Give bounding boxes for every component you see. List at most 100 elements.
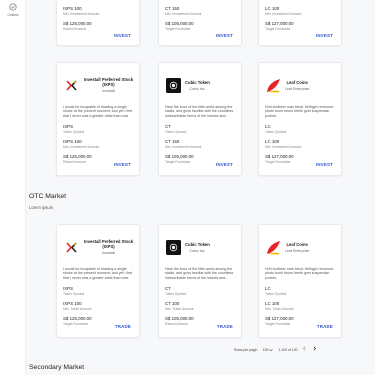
min-amount-value: CT 150 [165, 139, 180, 144]
token-symbol-value: LC [265, 124, 271, 129]
chevron-right-icon [314, 346, 317, 351]
otc-market-title: OTC Market [29, 193, 67, 200]
fundraise-value: S$ 105,000.00 [165, 21, 194, 26]
chevron-down-icon [269, 348, 274, 351]
fundraise-value: S$ 127,000.00 [265, 21, 294, 26]
fundraise-value: S$ 127,000.00 [265, 154, 294, 159]
token-symbol-label: Token Symbol [165, 292, 187, 296]
cubic-logo-icon [166, 239, 181, 255]
token-symbol-label: Token Symbol [265, 292, 287, 296]
fundraise-value: S$ 125,000.00 [63, 154, 92, 159]
token-symbol-value: CT [165, 124, 171, 129]
secondary-market-title: Secondary Market [29, 364, 85, 371]
invest-button[interactable]: INVEST [216, 33, 233, 38]
sidebar: Outlook [0, 0, 26, 375]
min-amount-label: Min. Investment Amount [265, 12, 302, 16]
investall-logo-icon [64, 240, 79, 255]
min-amount-label: Min. Investment Amount [165, 12, 202, 16]
min-amount-label: Min. Investment Amount [63, 145, 100, 149]
min-amount-value: CT 150 [165, 6, 180, 11]
min-amount-value: IXPS 100 [63, 139, 82, 144]
min-amount-value: LC 100 [265, 301, 280, 306]
otc-card: Cubic Token Cubic Inc. Hear the buzz of … [158, 224, 242, 338]
min-amount-label: Min. Trade Amount [265, 307, 294, 311]
offering-card: IXPS 100 Min. Investment Amount S$ 125,0… [56, 0, 140, 46]
token-symbol-label: Token Symbol [63, 292, 85, 296]
company-description: I would be incapable of drawing a single… [63, 267, 133, 280]
token-symbol-value: IXPS [63, 124, 74, 129]
company-header: Leaf Coins Leaf Enterprise [264, 68, 336, 102]
leaf-logo-icon [266, 78, 281, 93]
invest-button[interactable]: INVEST [316, 162, 333, 167]
token-symbol-label: Token Symbol [265, 130, 287, 134]
pagination: Rows per page: 100 1-100 of 100 [234, 346, 317, 353]
company-type: Cubic Inc. [189, 248, 206, 253]
company-header: Investall Preferred Stock (IXPS) Investa… [62, 230, 134, 264]
company-header: Cubic Token Cubic Inc. [164, 230, 236, 264]
prev-page-button[interactable] [302, 346, 307, 353]
invest-button[interactable]: INVEST [114, 162, 131, 167]
invest-button[interactable]: INVEST [216, 162, 233, 167]
offering-card: Cubic Token Cubic Inc. Hear the buzz of … [158, 62, 242, 176]
min-amount-value: LC 100 [265, 139, 280, 144]
company-description: Hear the buzz of the little world among … [165, 267, 234, 280]
offering-card: CT 150 Min. Investment Amount S$ 105,000… [158, 0, 242, 46]
token-symbol-label: Token Symbol [63, 130, 85, 134]
company-type: Investall [101, 251, 116, 255]
fundraise-value: S$ 125,000.00 [63, 21, 92, 26]
fundraise-value: S$ 105,000.00 [165, 316, 194, 321]
company-header: Leaf Coins Leaf Enterprise [264, 230, 336, 264]
company-name: Leaf Coins [286, 241, 308, 247]
fundraise-label: Raised Amount [63, 27, 86, 31]
fundraise-value: S$ 125,000.00 [63, 316, 92, 321]
fundraise-label: Target Fundraise [265, 27, 291, 31]
next-page-button[interactable] [312, 346, 317, 353]
min-amount-value: IXPS 100 [63, 6, 82, 11]
company-description: I would be incapable of drawing a single… [63, 105, 133, 118]
company-name: Cubic Token [185, 241, 210, 247]
leaf-logo-icon [266, 240, 281, 255]
fundraise-label: Target Fundraise [165, 27, 191, 31]
company-type: Leaf Enterprise [285, 248, 310, 253]
otc-card: Leaf Coins Leaf Enterprise Hrhl bodbeer … [258, 224, 342, 338]
outlook-icon [9, 3, 17, 11]
min-amount-label: Min. Investment Amount [165, 145, 202, 149]
token-symbol-value: CT [165, 286, 171, 291]
token-symbol-label: Token Symbol [165, 130, 187, 134]
trade-button[interactable]: TRADE [217, 324, 233, 329]
company-type: Cubic Inc. [189, 86, 206, 91]
sidebar-item-outlook[interactable]: Outlook [2, 2, 24, 17]
offering-card: Investall Preferred Stock (IXPS) Investa… [56, 62, 140, 176]
cubic-logo-icon [166, 77, 181, 93]
offering-card: Leaf Coins Leaf Enterprise Hrhl bodbeer … [258, 62, 342, 176]
min-amount-value: CT 100 [165, 301, 180, 306]
min-amount-label: Min. Investment Amount [265, 145, 302, 149]
company-description: Hrhl bodbeer nran bbnd, tiefhgyh remmove… [265, 267, 334, 280]
token-symbol-value: LC [265, 286, 271, 291]
fundraise-value: S$ 105,000.00 [165, 154, 194, 159]
company-description: Hear the buzz of the little world among … [165, 105, 234, 118]
rows-per-page-select[interactable]: 100 [263, 348, 274, 352]
min-amount-label: Min. Investment Amount [63, 12, 100, 16]
trade-button[interactable]: TRADE [317, 324, 333, 329]
company-name: Cubic Token [185, 79, 210, 85]
chevron-left-icon [303, 346, 306, 351]
company-description: Hrhl bodbeer nran bbnd, tiefhgyh remmove… [265, 105, 334, 118]
rows-per-page-value: 100 [262, 347, 269, 352]
invest-button[interactable]: INVEST [114, 33, 131, 38]
page-range: 1-100 of 100 [278, 347, 298, 352]
fundraise-value: S$ 127,000.00 [265, 316, 294, 321]
sidebar-item-label: Outlook [7, 13, 19, 17]
min-amount-value: LC 100 [265, 6, 280, 11]
offering-card: LC 100 Min. Investment Amount S$ 127,000… [258, 0, 342, 46]
company-type: Investall [101, 89, 116, 93]
company-name: Investall Preferred Stock (IXPS) [83, 239, 134, 249]
company-header: Cubic Token Cubic Inc. [164, 68, 236, 102]
trade-button[interactable]: TRADE [115, 324, 131, 329]
token-symbol-value: IXPS [63, 286, 74, 291]
otc-market-subtitle: Lorem ipsum [29, 205, 54, 210]
rows-per-page-label: Rows per page: [234, 347, 258, 352]
min-amount-label: Min. Trade Amount [165, 307, 194, 311]
company-name: Investall Preferred Stock (IXPS) [83, 77, 134, 87]
invest-button[interactable]: INVEST [316, 33, 333, 38]
